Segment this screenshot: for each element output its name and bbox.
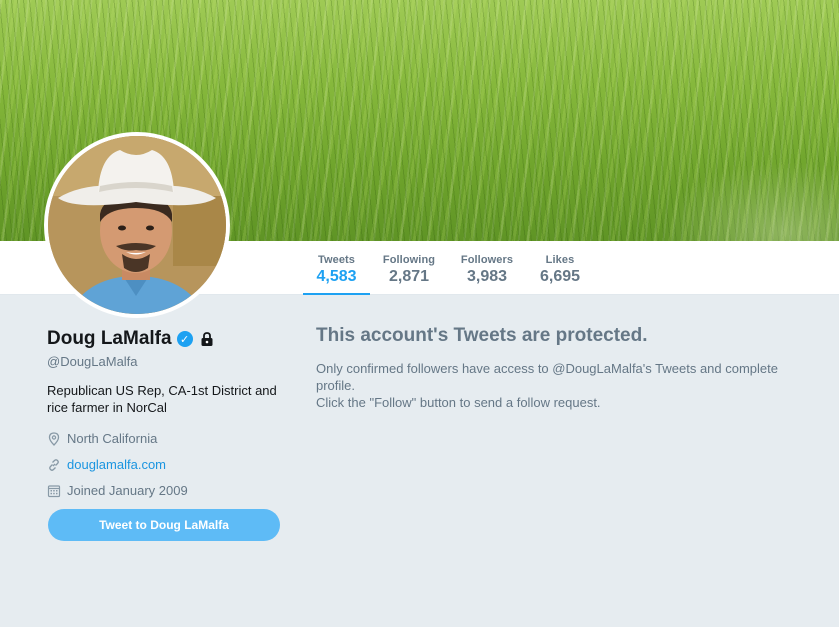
stat-following-value: 2,871 (388, 268, 430, 285)
link-icon (47, 458, 61, 472)
profile-handle[interactable]: @DougLaMalfa (47, 354, 287, 369)
location-text: North California (67, 431, 158, 446)
verified-badge-icon: ✓ (176, 331, 193, 347)
protected-message: Only confirmed followers have access to … (316, 360, 816, 411)
protected-notice: This account's Tweets are protected. Onl… (316, 325, 816, 411)
stat-likes-label: Likes (545, 254, 575, 266)
avatar-photo (48, 136, 226, 314)
stat-following[interactable]: Following 2,871 (378, 241, 440, 295)
name-row: Doug LaMalfa ✓ (47, 325, 287, 353)
stat-tweets-value: 4,583 (316, 268, 357, 285)
stat-likes[interactable]: Likes 6,695 (533, 241, 587, 295)
calendar-icon (47, 484, 61, 498)
profile-card: Doug LaMalfa ✓ @DougLaMalfa Republican U… (47, 325, 287, 499)
stat-following-label: Following (382, 254, 436, 266)
tweet-to-button[interactable]: Tweet to Doug LaMalfa (48, 509, 280, 541)
profile-avatar[interactable] (44, 132, 230, 318)
stat-tweets-label: Tweets (317, 254, 356, 266)
profile-name[interactable]: Doug LaMalfa (47, 328, 172, 350)
profile-website: douglamalfa.com (47, 456, 287, 473)
stat-followers-value: 3,983 (466, 268, 508, 285)
location-pin-icon (47, 431, 61, 446)
website-link[interactable]: douglamalfa.com (67, 457, 166, 472)
stat-tweets[interactable]: Tweets 4,583 (303, 241, 370, 295)
protected-title: This account's Tweets are protected. (316, 325, 648, 346)
lock-icon (199, 331, 215, 347)
protected-line-2: Click the "Follow" button to send a foll… (316, 395, 601, 410)
profile-bio: Republican US Rep, CA-1st District and r… (47, 383, 277, 415)
joined-text: Joined January 2009 (67, 483, 188, 498)
protected-line-1: Only confirmed followers have access to … (316, 361, 778, 393)
profile-joined: Joined January 2009 (47, 482, 287, 499)
stat-followers-label: Followers (460, 254, 514, 266)
stat-followers[interactable]: Followers 3,983 (457, 241, 517, 295)
stat-likes-value: 6,695 (539, 268, 581, 285)
profile-location: North California (47, 430, 287, 447)
